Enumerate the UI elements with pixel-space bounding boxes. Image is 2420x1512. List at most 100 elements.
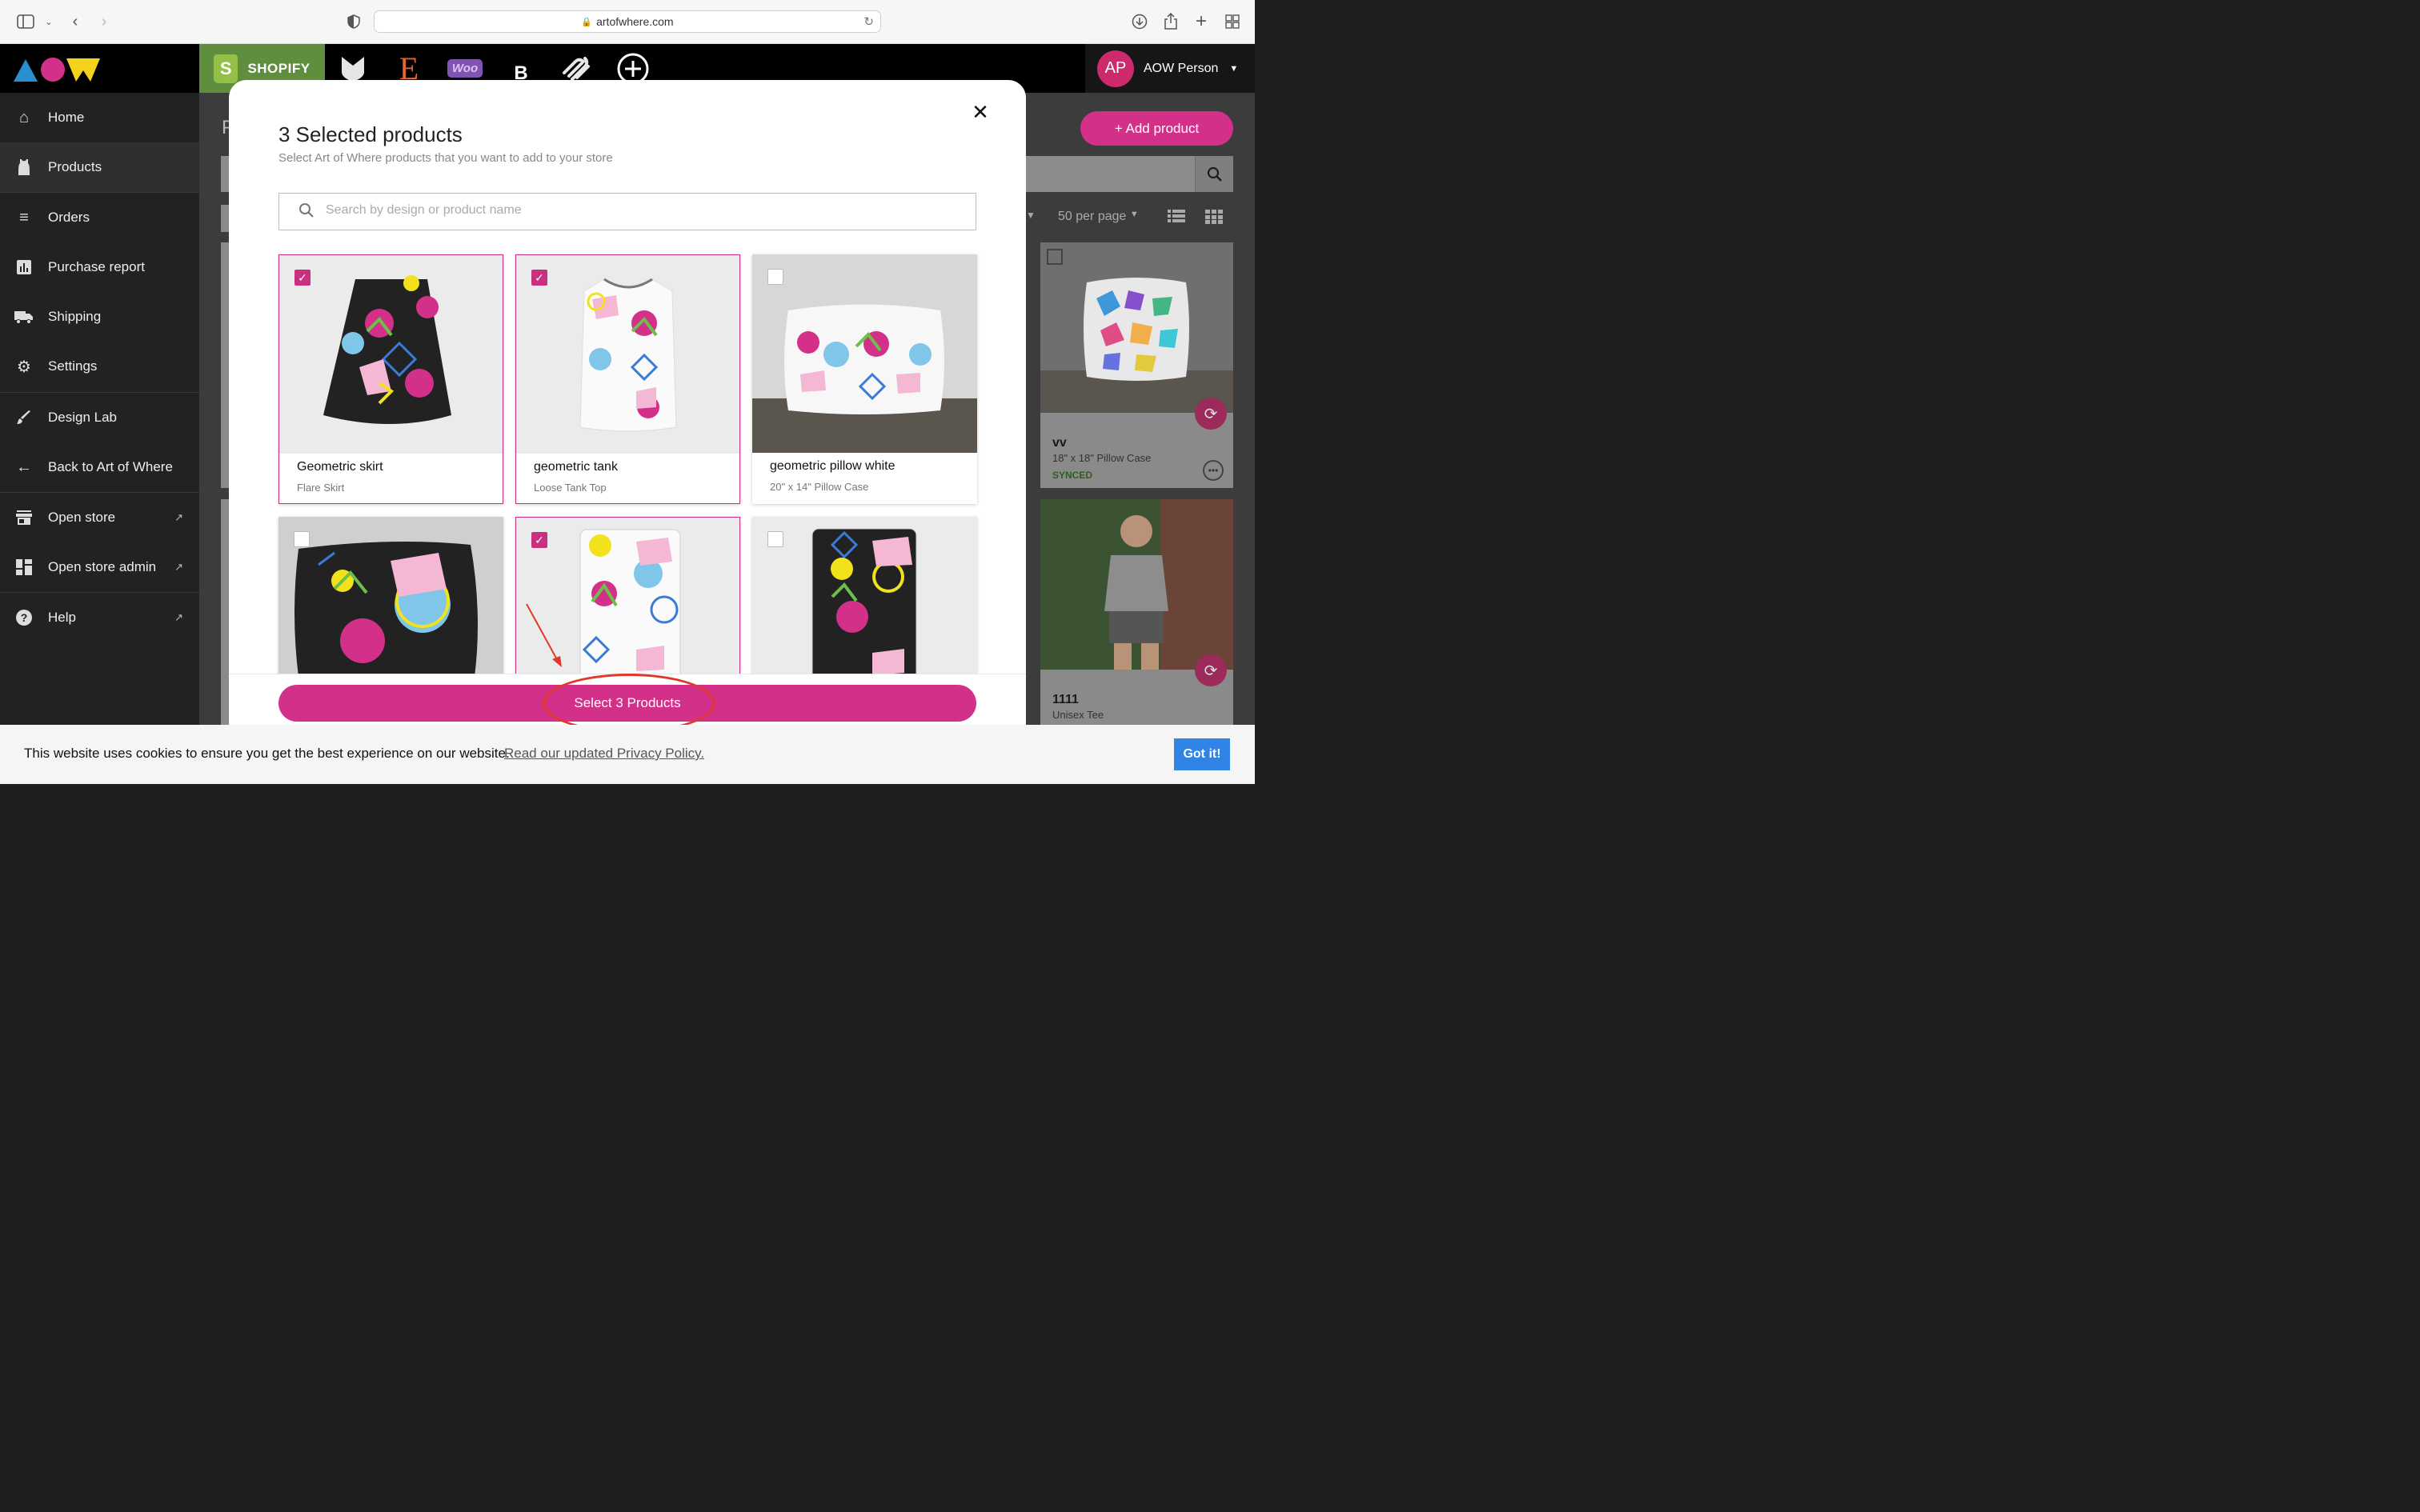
tank-top-icon (0, 158, 48, 176)
product-option-card[interactable]: ✓ Geometric skirt Flare Skirt (278, 254, 503, 504)
product-type: Flare Skirt (297, 482, 345, 494)
annotation-arrow (526, 603, 562, 667)
product-name: vv (1052, 436, 1067, 450)
external-link-icon: ↗ (174, 561, 183, 573)
sidebar-item-products[interactable]: Products (0, 142, 199, 192)
more-options-icon[interactable]: ••• (1203, 460, 1224, 481)
status-badge: SYNCED (1052, 470, 1093, 481)
search-icon[interactable] (1195, 156, 1233, 192)
sidebar-item-shipping[interactable]: Shipping (0, 292, 199, 342)
product-card (221, 242, 229, 488)
sidebar-item-label: Orders (48, 210, 90, 225)
grid-view-icon[interactable] (1205, 210, 1223, 228)
url-bar[interactable]: 🔒 artofwhere.com ↻ (374, 10, 881, 33)
svg-text:?: ? (21, 611, 28, 624)
reload-icon[interactable]: ↻ (863, 14, 874, 29)
caret-down-icon: ▼ (1129, 210, 1139, 219)
checkbox[interactable] (767, 269, 783, 285)
sidebar-item-orders[interactable]: ≡ Orders (0, 193, 199, 242)
product-type: 20" x 14" Pillow Case (770, 481, 869, 493)
product-card (221, 499, 229, 725)
product-image (752, 254, 977, 453)
product-search-field[interactable] (278, 193, 976, 230)
list-view-icon[interactable] (1168, 210, 1185, 226)
browser-toolbar: ⌄ ‹ › 🔒 artofwhere.com ↻ + (0, 0, 1255, 44)
sidebar-item-purchase-report[interactable]: Purchase report (0, 242, 199, 292)
dashboard-icon (0, 559, 48, 575)
close-icon[interactable]: ✕ (970, 102, 991, 122)
aow-logo[interactable] (12, 56, 102, 83)
product-option-card[interactable]: geometric pillow white 20" x 14" Pillow … (752, 254, 977, 504)
add-product-button[interactable]: + Add product (1080, 111, 1233, 146)
caret-down-icon: ▼ (1026, 210, 1036, 221)
modal-title: 3 Selected products (278, 122, 463, 146)
got-it-button[interactable]: Got it! (1174, 738, 1230, 770)
sync-icon[interactable]: ⟳ (1195, 398, 1227, 430)
sidebar-item-help[interactable]: ? Help ↗ (0, 593, 199, 642)
sidebar-item-label: Shipping (48, 309, 102, 324)
checkbox[interactable]: ✓ (294, 270, 311, 286)
share-icon[interactable] (1160, 11, 1181, 32)
brush-icon (0, 410, 48, 425)
user-name: AOW Person (1144, 61, 1219, 75)
checkbox[interactable] (1047, 249, 1063, 265)
checkbox[interactable] (294, 531, 310, 547)
shield-icon[interactable] (343, 11, 364, 32)
forward-icon[interactable]: › (94, 11, 114, 32)
product-image (1040, 242, 1233, 413)
sidebar-item-label: Settings (48, 358, 98, 374)
sidebar-item-open-store-admin[interactable]: Open store admin ↗ (0, 542, 199, 592)
sidebar-item-label: Open store (48, 510, 116, 525)
product-option-card[interactable]: ✓ geometric tank Loose Tank Top (515, 254, 740, 504)
user-menu[interactable]: AP AOW Person ▼ (1085, 44, 1255, 93)
product-card[interactable]: ⟳ vv 18" x 18" Pillow Case SYNCED ••• (1040, 242, 1233, 488)
squarespace-icon (563, 56, 590, 81)
sidebar-toggle-icon[interactable] (15, 11, 36, 32)
product-card[interactable]: ⟳ 1111 Unisex Tee (1040, 499, 1233, 725)
sidebar-item-design-lab[interactable]: Design Lab (0, 393, 199, 442)
product-name: geometric tank (534, 460, 618, 474)
sidebar-item-label: Help (48, 610, 76, 625)
report-icon (0, 260, 48, 274)
search-icon (298, 202, 315, 223)
home-icon: ⌂ (18, 108, 30, 126)
back-icon[interactable]: ‹ (65, 11, 86, 32)
checkbox[interactable]: ✓ (531, 532, 547, 548)
sidebar-item-back-to-aow[interactable]: ← Back to Art of Where (0, 442, 199, 492)
external-link-icon: ↗ (174, 511, 183, 523)
caret-down-icon: ▼ (1229, 63, 1239, 74)
product-image (1040, 499, 1233, 670)
privacy-policy-link[interactable]: Read our updated Privacy Policy. (504, 746, 704, 762)
list-icon: ≡ (19, 208, 29, 226)
gear-icon: ⚙ (17, 358, 31, 376)
cookie-message: This website uses cookies to ensure you … (24, 746, 510, 761)
lock-icon: 🔒 (581, 17, 593, 27)
external-link-icon: ↗ (174, 611, 183, 623)
product-name: geometric pillow white (770, 459, 895, 473)
download-icon[interactable] (1129, 11, 1150, 32)
help-icon: ? (0, 609, 48, 626)
sidebar-item-label: Home (48, 110, 85, 125)
store-icon (0, 510, 48, 525)
tab-shopify-label: SHOPIFY (247, 60, 311, 76)
chevron-down-icon[interactable]: ⌄ (38, 11, 59, 32)
bigcartel-icon (342, 56, 364, 82)
sidebar-item-label: Back to Art of Where (48, 459, 173, 474)
product-name: 1111 (1052, 693, 1079, 706)
new-tab-icon[interactable]: + (1191, 10, 1212, 32)
sidebar-item-label: Design Lab (48, 410, 118, 425)
url-text: artofwhere.com (596, 15, 674, 28)
product-image (279, 255, 503, 454)
checkbox[interactable]: ✓ (531, 270, 547, 286)
sidebar-item-home[interactable]: ⌂ Home (0, 93, 199, 142)
search-input[interactable] (326, 203, 950, 218)
truck-icon (0, 310, 48, 324)
product-type: Loose Tank Top (534, 482, 607, 494)
per-page-select[interactable]: 50 per page ▼ (1058, 210, 1139, 224)
sidebar-item-open-store[interactable]: Open store ↗ (0, 493, 199, 542)
sync-icon[interactable]: ⟳ (1195, 654, 1227, 686)
checkbox[interactable] (767, 531, 783, 547)
sidebar-item-settings[interactable]: ⚙ Settings (0, 342, 199, 391)
tab-overview-icon[interactable] (1222, 11, 1243, 32)
sidebar-item-label: Purchase report (48, 259, 145, 274)
